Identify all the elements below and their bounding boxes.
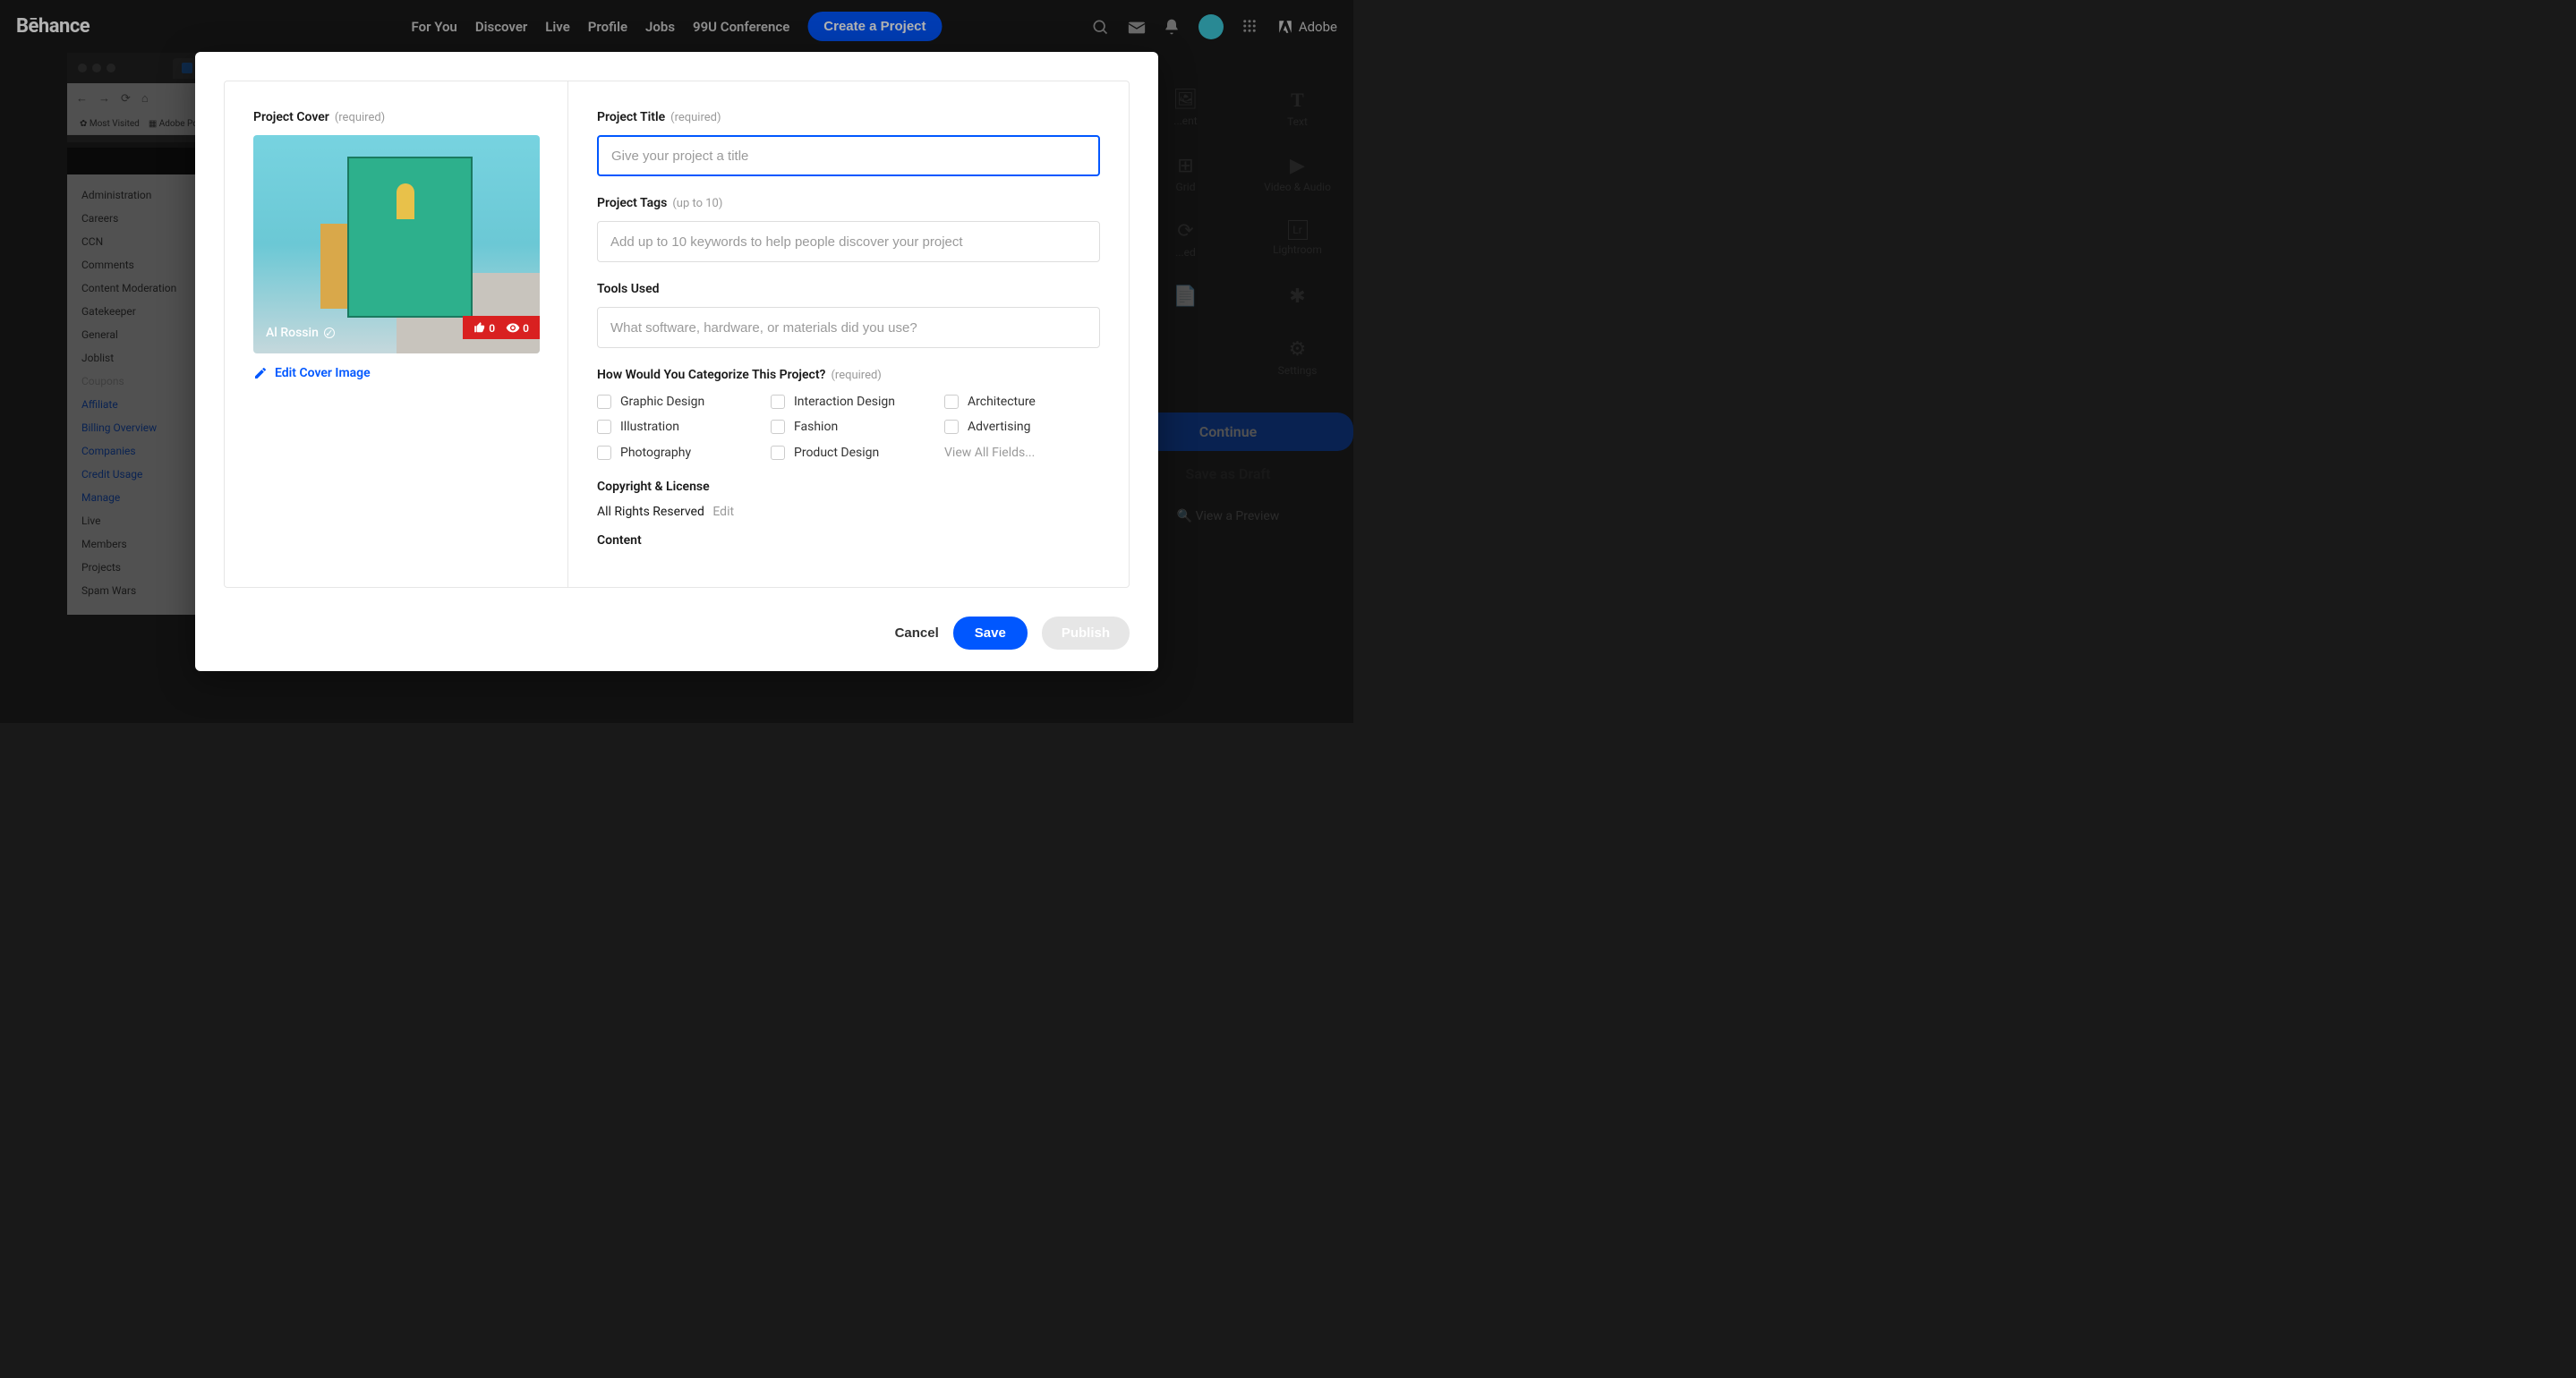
- project-title-input[interactable]: [597, 135, 1100, 176]
- category-fashion[interactable]: Fashion: [771, 420, 926, 434]
- modal-footer: Cancel Save Publish: [195, 617, 1158, 671]
- title-required: (required): [670, 111, 721, 124]
- category-label: How Would You Categorize This Project?: [597, 368, 825, 382]
- tags-label: Project Tags: [597, 196, 667, 210]
- eye-icon: 0: [506, 320, 529, 335]
- cover-label: Project Cover: [253, 110, 329, 124]
- category-grid: Graphic Design Interaction Design Archit…: [597, 395, 1100, 460]
- modal-overlay: Project Cover (required) Al Rossin ✓: [0, 0, 1353, 723]
- category-photography[interactable]: Photography: [597, 445, 753, 460]
- cover-section: Project Cover (required) Al Rossin ✓: [225, 81, 568, 587]
- tools-label: Tools Used: [597, 282, 660, 296]
- tools-used-input[interactable]: [597, 307, 1100, 348]
- category-advertising[interactable]: Advertising: [944, 420, 1100, 434]
- category-illustration[interactable]: Illustration: [597, 420, 753, 434]
- copyright-label: Copyright & License: [597, 480, 710, 494]
- category-product-design[interactable]: Product Design: [771, 445, 926, 460]
- tags-hint: (up to 10): [672, 197, 722, 210]
- category-required: (required): [831, 369, 881, 382]
- cover-preview: Al Rossin ✓ 0 0: [253, 135, 540, 353]
- cover-required: (required): [335, 111, 385, 124]
- view-all-fields-link[interactable]: View All Fields...: [944, 445, 1100, 460]
- pencil-icon: [253, 366, 268, 380]
- category-interaction-design[interactable]: Interaction Design: [771, 395, 926, 409]
- edit-cover-button[interactable]: Edit Cover Image: [253, 366, 539, 380]
- cover-stats: 0 0: [463, 316, 540, 339]
- save-button[interactable]: Save: [953, 617, 1028, 650]
- thumbs-up-icon: 0: [473, 321, 495, 335]
- project-tags-input[interactable]: [597, 221, 1100, 262]
- copyright-value: All Rights Reserved: [597, 505, 704, 519]
- edit-cover-label: Edit Cover Image: [275, 366, 371, 380]
- category-graphic-design[interactable]: Graphic Design: [597, 395, 753, 409]
- title-label: Project Title: [597, 110, 665, 124]
- content-label: Content: [597, 533, 642, 548]
- cover-author: Al Rossin: [266, 326, 319, 340]
- copyright-edit-link[interactable]: Edit: [712, 505, 734, 519]
- form-section: Project Title (required) Project Tags (u…: [568, 81, 1129, 587]
- category-architecture[interactable]: Architecture: [944, 395, 1100, 409]
- project-settings-modal: Project Cover (required) Al Rossin ✓: [195, 52, 1158, 671]
- cancel-button[interactable]: Cancel: [895, 625, 939, 641]
- publish-button[interactable]: Publish: [1042, 617, 1130, 650]
